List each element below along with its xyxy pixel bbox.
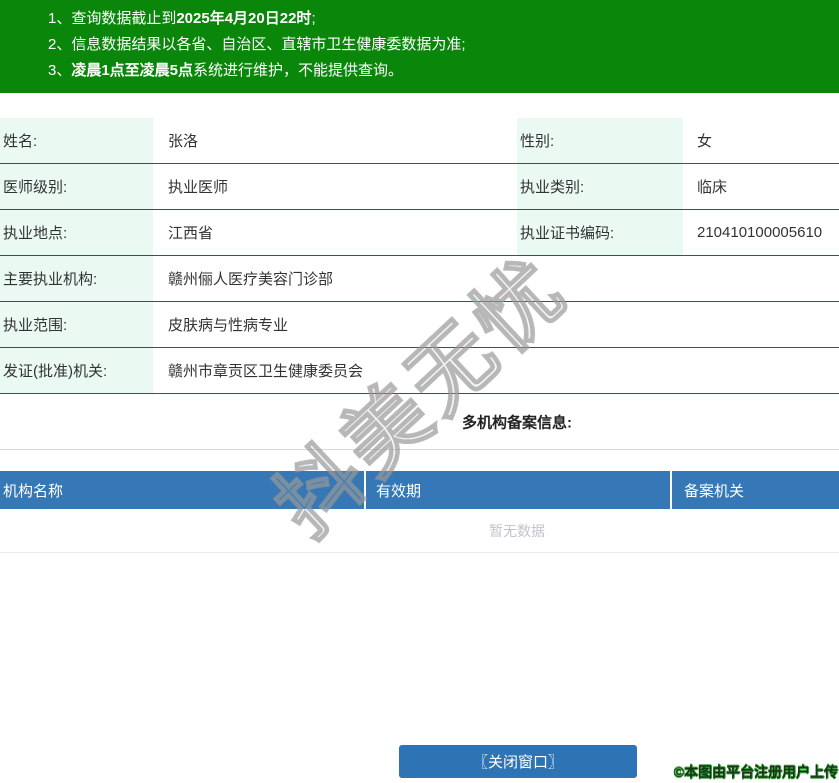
field-practice-category-value: 临床	[697, 179, 728, 196]
field-certificate-number-value: 210410100005610	[697, 224, 823, 241]
field-certificate-number-label: 执业证书编码:	[517, 210, 683, 255]
field-main-institution-value: 赣州俪人医疗美容门诊部	[168, 271, 334, 288]
notice-3-end: 系统进行维护，不能提供查询。	[193, 62, 404, 79]
notice-line-3: 3、凌晨1点至凌晨5点系统进行维护，不能提供查询。	[0, 58, 839, 84]
field-practice-scope-value: 皮肤病与性病专业	[168, 317, 289, 334]
field-practice-location-label: 执业地点:	[0, 210, 153, 255]
notice-2-text: 2、信息数据结果以各省、自治区、直辖市卫生健康委数据为准;	[48, 36, 466, 53]
close-window-button[interactable]: 〖关闭窗口〗	[399, 745, 637, 778]
field-gender-label: 性别:	[517, 118, 683, 163]
notice-1-deadline: 2025年4月20日22时	[176, 10, 312, 27]
field-practice-location-value: 江西省	[168, 225, 214, 242]
notice-1-text: 1、查询数据截止到	[48, 10, 177, 27]
table-row: 发证(批准)机关: 赣州市章贡区卫生健康委员会	[0, 348, 839, 394]
table-row: 执业范围: 皮肤病与性病专业	[0, 302, 839, 348]
field-doctor-level-label: 医师级别:	[0, 164, 153, 209]
filing-empty-row: 暂无数据	[0, 509, 839, 553]
field-issuing-authority-value: 赣州市章贡区卫生健康委员会	[168, 363, 364, 380]
table-row: 主要执业机构: 赣州俪人医疗美容门诊部	[0, 256, 839, 302]
field-practice-category-label: 执业类别:	[517, 164, 683, 209]
field-main-institution-label: 主要执业机构:	[0, 256, 153, 301]
field-gender-value: 女	[697, 133, 713, 150]
notice-line-2: 2、信息数据结果以各省、自治区、直辖市卫生健康委数据为准;	[0, 32, 839, 58]
field-issuing-authority-label: 发证(批准)机关:	[0, 348, 153, 393]
empty-data-text: 暂无数据	[489, 522, 545, 539]
doctor-license-query-page: 1、查询数据截止到2025年4月20日22时; 2、信息数据结果以各省、自治区、…	[0, 0, 839, 783]
notice-3-maintenance-window: 凌晨1点至凌晨5点	[71, 62, 194, 79]
field-doctor-level-value: 执业医师	[168, 179, 229, 196]
filing-col-filing-authority: 备案机关	[672, 471, 839, 509]
filing-section: 多机构备案信息:	[0, 394, 839, 450]
field-practice-scope-label: 执业范围:	[0, 302, 153, 347]
notice-1-end: ;	[311, 10, 316, 27]
filing-col-institution-name: 机构名称	[0, 471, 364, 509]
filing-table-header: 机构名称 有效期 备案机关	[0, 471, 839, 509]
table-row: 执业地点: 江西省 执业证书编码: 210410100005610	[0, 210, 839, 256]
notice-line-1: 1、查询数据截止到2025年4月20日22时;	[0, 6, 839, 32]
field-name-label: 姓名:	[0, 118, 153, 163]
table-row: 医师级别: 执业医师 执业类别: 临床	[0, 164, 839, 210]
filing-col-validity-period: 有效期	[366, 471, 670, 509]
notice-banner: 1、查询数据截止到2025年4月20日22时; 2、信息数据结果以各省、自治区、…	[0, 0, 839, 93]
table-row: 姓名: 张洛 性别: 女	[0, 118, 839, 164]
doctor-info-table: 姓名: 张洛 性别: 女 医师级别: 执业医师 执业类别: 临床 执业地点: 江…	[0, 118, 839, 394]
notice-3-text: 3、	[48, 62, 72, 79]
filing-section-title: 多机构备案信息:	[462, 414, 572, 431]
field-name-value: 张洛	[168, 133, 199, 150]
copyright-text: ©本图由平台注册用户上传	[673, 764, 838, 780]
